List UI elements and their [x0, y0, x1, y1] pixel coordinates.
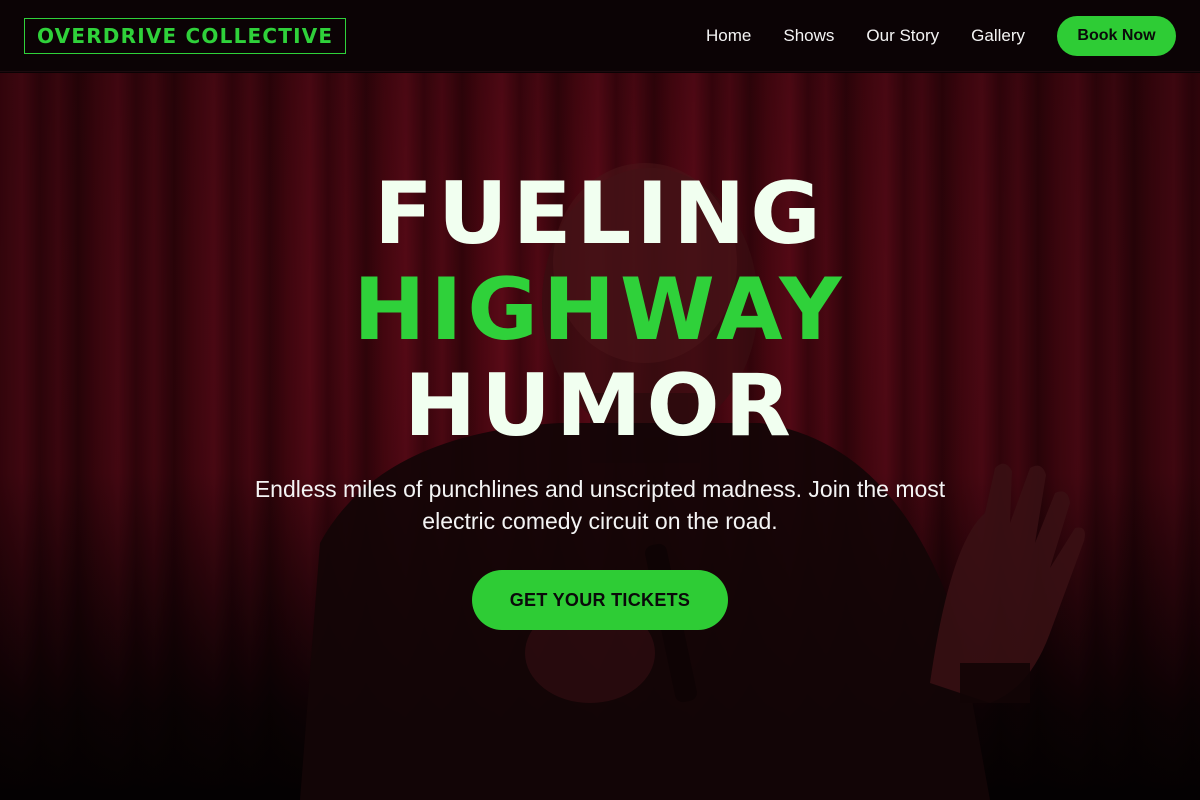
logo[interactable]: OVERDRIVE COLLECTIVE: [24, 17, 347, 54]
nav-link-shows[interactable]: Shows: [783, 26, 834, 46]
hero-subtitle: Endless miles of punchlines and unscript…: [254, 476, 946, 534]
headline-line-1: FUELING: [374, 164, 826, 264]
get-tickets-button[interactable]: GET YOUR TICKETS: [472, 570, 728, 630]
hero-content: FUELING HIGHWAY HUMOR Endless miles of p…: [0, 73, 1200, 800]
hero-section: FUELING HIGHWAY HUMOR Endless miles of p…: [0, 73, 1200, 800]
site-header: OVERDRIVE COLLECTIVE Home Shows Our Stor…: [0, 0, 1200, 72]
book-now-button[interactable]: Book Now: [1057, 15, 1176, 56]
headline-line-3: HUMOR: [404, 356, 796, 456]
main-nav: Home Shows Our Story Gallery Book Now: [706, 15, 1176, 56]
nav-link-gallery[interactable]: Gallery: [971, 26, 1025, 46]
nav-link-home[interactable]: Home: [706, 26, 751, 46]
headline-line-2: HIGHWAY: [353, 260, 847, 360]
nav-link-our-story[interactable]: Our Story: [866, 26, 939, 46]
